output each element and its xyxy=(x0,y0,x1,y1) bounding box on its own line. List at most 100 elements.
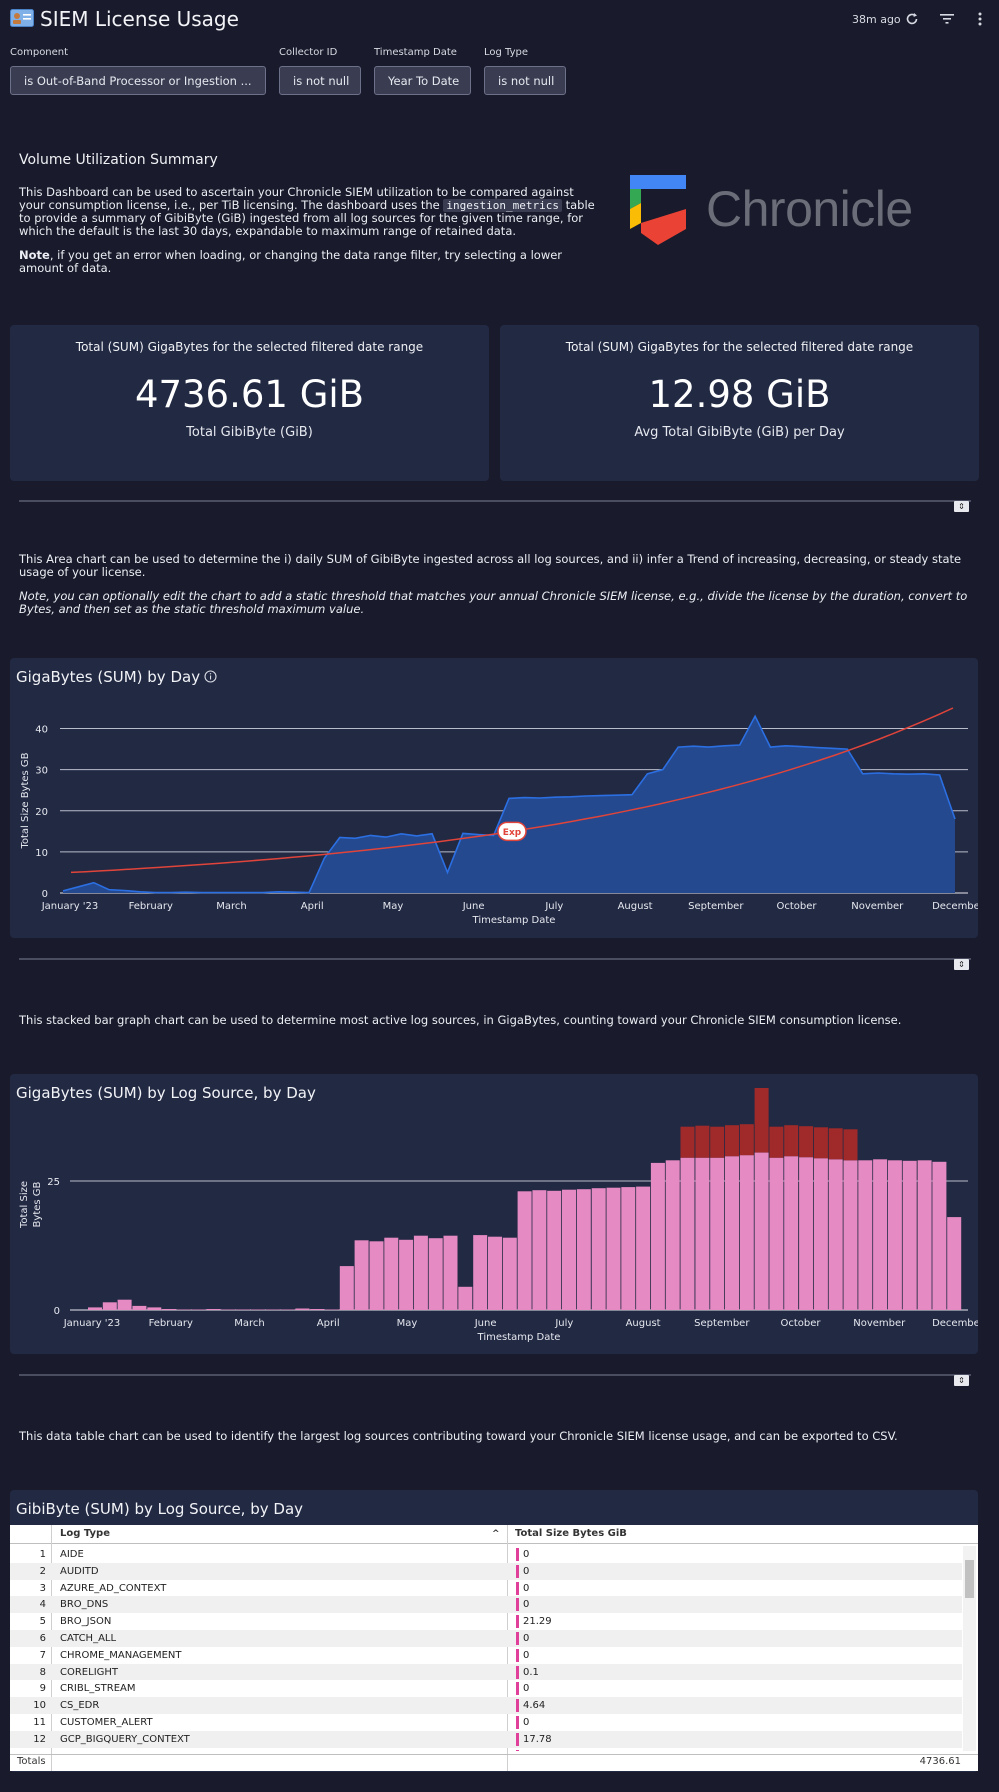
log-type-cell: AZURE_AD_CONTEXT xyxy=(60,1582,167,1594)
bar-segment xyxy=(887,1160,902,1310)
bar-segment xyxy=(428,1238,443,1310)
table-row[interactable]: 7 CHROME_MANAGEMENT 0 xyxy=(10,1647,962,1664)
bar-segment xyxy=(591,1188,606,1310)
table-row[interactable]: 9 CRIBL_STREAM 0 xyxy=(10,1680,962,1697)
size-value-cell: 21.29 xyxy=(523,1616,552,1628)
size-value-cell: 0 xyxy=(523,1683,530,1695)
log-type-cell: BRO_DNS xyxy=(60,1599,109,1611)
bar-segment xyxy=(384,1237,399,1310)
filter-timestamp-date[interactable]: Year To Date xyxy=(374,66,471,95)
filter-log-type[interactable]: is not null xyxy=(484,66,566,95)
table-row[interactable]: 4 BRO_DNS 0 xyxy=(10,1596,962,1614)
filter-collector-id[interactable]: is not null xyxy=(279,66,361,95)
table-row[interactable]: 8 CORELIGHT 0.1 xyxy=(10,1663,962,1681)
bar-segment xyxy=(739,1124,754,1156)
bar-segment xyxy=(784,1125,799,1157)
trend-label: Exp xyxy=(503,828,522,838)
bar-segment xyxy=(769,1126,784,1158)
area-fill xyxy=(63,716,955,893)
row-number: 8 xyxy=(39,1666,46,1678)
filter-label-timestamp-date: Timestamp Date xyxy=(374,47,457,58)
size-value-cell: 0 xyxy=(523,1649,530,1661)
filter-label-component: Component xyxy=(10,47,69,58)
log-type-cell: CORELIGHT xyxy=(60,1666,119,1678)
totals-label: Totals xyxy=(17,1756,46,1767)
refresh-icon[interactable] xyxy=(902,9,922,29)
bar-segment xyxy=(665,1160,680,1310)
log-type-cell: CHROME_MANAGEMENT xyxy=(60,1649,182,1661)
filter-label-collector-id: Collector ID xyxy=(279,47,338,58)
y-tick-label: 30 xyxy=(35,766,48,777)
filter-icon[interactable] xyxy=(937,9,957,29)
table-row[interactable]: 6 CATCH_ALL 0 xyxy=(10,1630,962,1647)
row-number: 12 xyxy=(33,1733,46,1745)
column-header-total-size[interactable]: Total Size Bytes GiB xyxy=(515,1525,627,1543)
scrollbar-thumb[interactable] xyxy=(965,1560,974,1598)
row-number: 7 xyxy=(39,1649,46,1661)
summary-title: Volume Utilization Summary xyxy=(19,152,218,168)
dashboard-header: SIEM License Usage 38m ago xyxy=(0,0,999,40)
collapse-toggle-button[interactable]: ⇕ xyxy=(954,1375,969,1386)
bar-segment xyxy=(636,1186,651,1310)
bar-segment xyxy=(88,1307,102,1310)
value-bar xyxy=(516,1682,519,1696)
more-vert-icon[interactable] xyxy=(970,9,990,29)
collapse-toggle-button[interactable]: ⇕ xyxy=(954,959,969,970)
kpi-subtitle: Avg Total GibiByte (GiB) per Day xyxy=(634,425,845,440)
log-type-cell: CS_EDR xyxy=(60,1700,100,1712)
value-bar xyxy=(516,1648,519,1662)
y-tick-label: 25 xyxy=(47,1177,60,1188)
table-row[interactable]: 2 AUDITD 0 xyxy=(10,1562,962,1580)
x-tick-label: October xyxy=(777,901,818,912)
x-axis-label: Timestamp Date xyxy=(472,915,556,926)
table-row[interactable]: 5 BRO_JSON 21.29 xyxy=(10,1613,962,1630)
x-tick-label: January '23 xyxy=(63,1318,121,1329)
kpi-card-total: Total (SUM) GigaBytes for the selected f… xyxy=(10,325,489,481)
log-type-cell: CATCH_ALL xyxy=(60,1633,117,1644)
bar-segment xyxy=(399,1239,414,1310)
bar-segment xyxy=(828,1159,843,1310)
x-tick-label: March xyxy=(234,1318,264,1329)
area-chart-card: GigaBytes (SUM) by Day 0 10 20 30 40 Exp Janua… xyxy=(10,658,978,938)
x-tick-label: February xyxy=(149,1318,193,1329)
bar-segment xyxy=(502,1237,517,1310)
row-number: 1 xyxy=(39,1549,46,1560)
size-value-cell: 17.78 xyxy=(523,1733,552,1745)
value-bar xyxy=(516,1716,519,1729)
bar-segment xyxy=(443,1235,458,1310)
log-type-cell: CRIBL_STREAM xyxy=(60,1683,136,1695)
table-row[interactable]: 10 CS_EDR 4.64 xyxy=(10,1697,962,1714)
value-bar xyxy=(516,1632,519,1645)
value-bar xyxy=(516,1615,519,1629)
bar-segment xyxy=(132,1305,147,1310)
bar-segment xyxy=(858,1160,873,1310)
table-scrollbar[interactable] xyxy=(963,1546,976,1751)
table-row[interactable]: 13 GCP_CHRONICLE_AUDIT 0 xyxy=(10,1748,962,1751)
x-tick-label: May xyxy=(383,901,404,912)
x-tick-label: April xyxy=(301,901,324,912)
bar-segment xyxy=(458,1286,473,1310)
column-header-log-type[interactable]: Log Type xyxy=(60,1525,110,1543)
bar-segment xyxy=(221,1309,236,1310)
table-description: This data table chart can be used to ide… xyxy=(19,1429,898,1443)
table-row[interactable]: 11 CUSTOMER_ALERT 0 xyxy=(10,1714,962,1731)
value-bar xyxy=(516,1749,519,1751)
chart-title: GibiByte (SUM) by Log Source, by Day xyxy=(16,1500,304,1518)
table-row[interactable]: 1 AIDE 0 xyxy=(10,1546,962,1563)
y-tick-label: 20 xyxy=(35,807,48,818)
y-tick-label: 0 xyxy=(54,1306,60,1317)
x-tick-label: December xyxy=(932,901,978,912)
sort-asc-icon[interactable]: ^ xyxy=(492,1525,504,1543)
value-bar xyxy=(516,1665,519,1679)
filter-component[interactable]: is Out-of-Band Processor or Ingestion ..… xyxy=(10,66,266,95)
bar-segment xyxy=(413,1235,428,1310)
table-row[interactable]: 3 AZURE_AD_CONTEXT 0 xyxy=(10,1580,962,1597)
bar-segment xyxy=(710,1126,725,1158)
table-row[interactable]: 12 GCP_BIGQUERY_CONTEXT 17.78 xyxy=(10,1730,962,1748)
collapse-toggle-button[interactable]: ⇕ xyxy=(954,501,969,512)
x-tick-label: September xyxy=(688,901,744,912)
row-number: 3 xyxy=(39,1582,46,1594)
bar-segment xyxy=(162,1309,177,1310)
bar-segment xyxy=(576,1189,591,1310)
row-number: 11 xyxy=(33,1717,46,1728)
